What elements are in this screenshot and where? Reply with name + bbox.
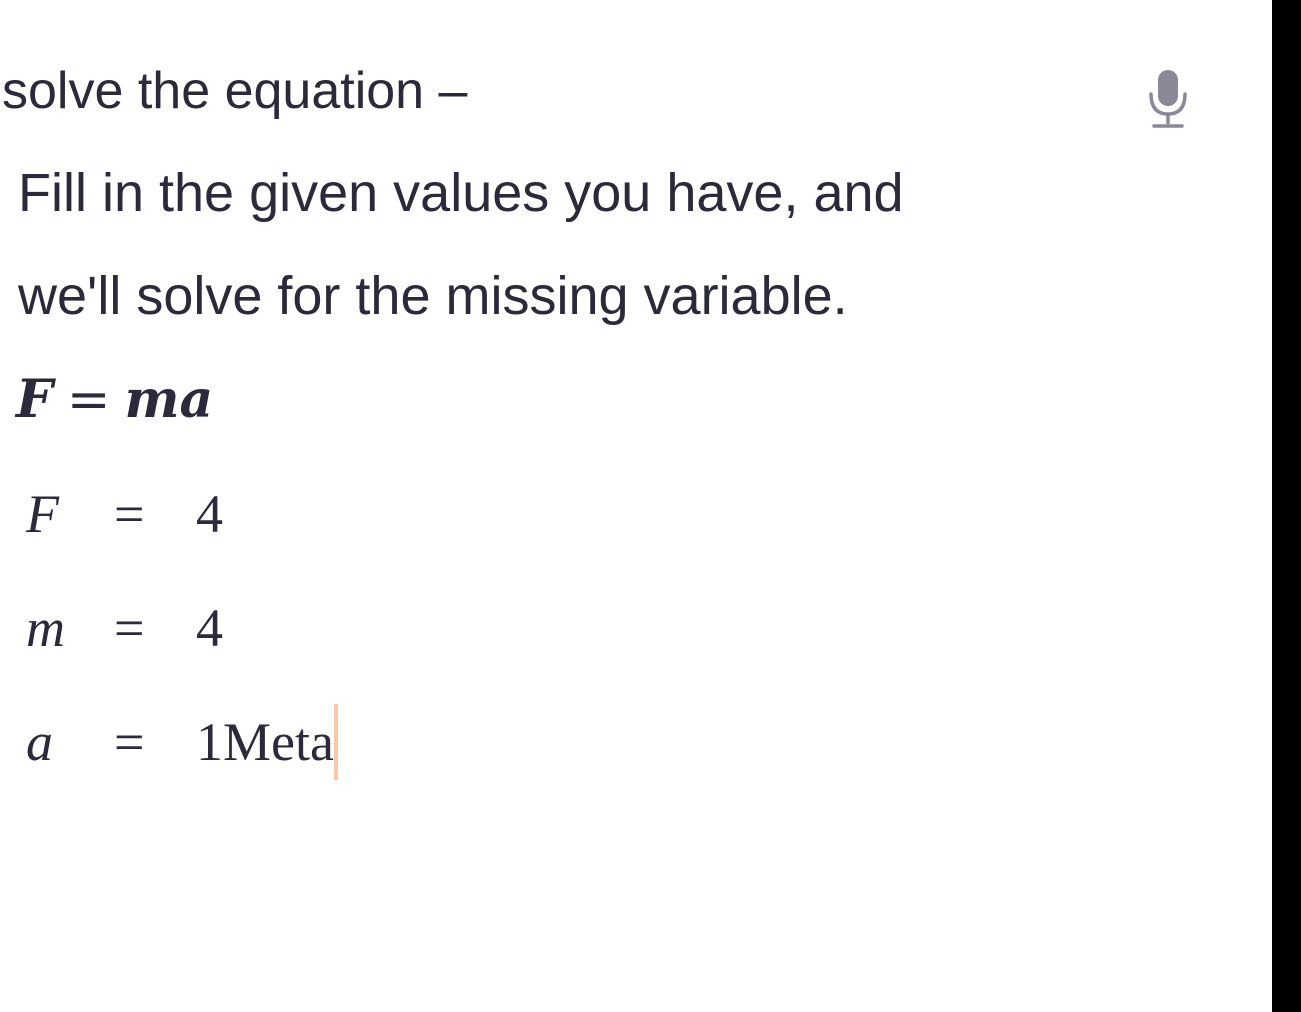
variable-a-value: 1Meta	[196, 712, 334, 772]
equals-sign: =	[114, 598, 145, 658]
instruction-line-2: we'll solve for the missing variable.	[18, 266, 848, 326]
search-query-text[interactable]: solve the equation –	[2, 58, 467, 124]
variable-f-input[interactable]: 4	[196, 478, 676, 550]
formula-equals: =	[66, 370, 111, 430]
equation-formula: F = ma	[16, 368, 213, 432]
variable-row-m: m = 4	[26, 588, 726, 668]
formula-rhs: ma	[124, 369, 214, 430]
variable-row-a: a = 1Meta	[26, 702, 726, 782]
variable-row-f: F = 4	[26, 474, 726, 554]
formula-lhs: F	[16, 369, 53, 430]
variable-m-value: 4	[196, 598, 223, 658]
variable-f-value: 4	[196, 484, 223, 544]
variable-name: F	[26, 484, 59, 544]
right-edge-bar	[1272, 0, 1301, 1012]
equals-sign: =	[114, 712, 145, 772]
equals-sign: =	[114, 484, 145, 544]
microphone-icon[interactable]	[1146, 68, 1190, 130]
variable-name: a	[26, 712, 53, 772]
variable-m-input[interactable]: 4	[196, 592, 676, 664]
instruction-line-1: Fill in the given values you have, and	[18, 163, 904, 223]
variable-name: m	[26, 598, 65, 658]
text-caret	[333, 704, 338, 780]
variable-a-input[interactable]: 1Meta	[196, 704, 676, 780]
